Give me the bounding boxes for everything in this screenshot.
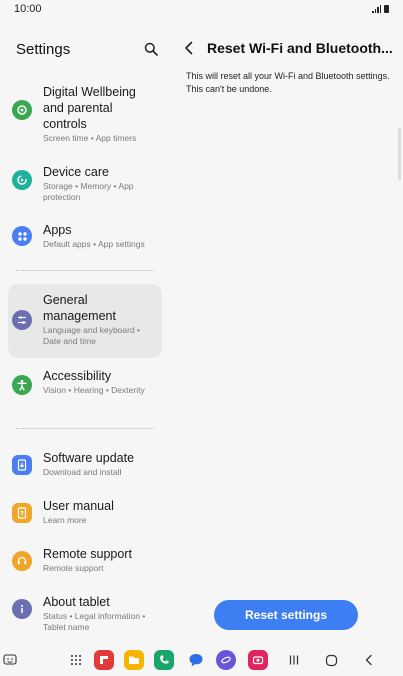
menu-item-subtitle: Storage • Memory • App protection [43, 181, 134, 202]
scrollbar[interactable] [398, 128, 401, 180]
menu-item-apps[interactable]: Apps Default apps • App settings [8, 214, 162, 258]
menu-item-label: Digital Wellbeing and parental controls [43, 85, 136, 131]
remote-support-icon [12, 551, 32, 571]
status-bar: 10:00 [0, 0, 403, 18]
search-icon[interactable] [142, 40, 160, 58]
menu-item-software-update[interactable]: Software update Download and install [8, 442, 162, 486]
svg-text:?: ? [20, 510, 24, 518]
internet-icon[interactable] [216, 650, 236, 670]
menu-item-subtitle: Vision • Hearing • Dexterity [43, 385, 145, 395]
reset-settings-button[interactable]: Reset settings [214, 600, 358, 630]
accessibility-icon [12, 375, 32, 395]
signal-icon [372, 5, 381, 13]
menu-item-remote-support[interactable]: Remote support Remote support [8, 538, 162, 582]
menu-item-subtitle: Remote support [43, 563, 104, 573]
navigation-bar [0, 644, 403, 676]
messages-icon[interactable] [186, 650, 206, 670]
menu-item-subtitle: Learn more [43, 515, 87, 525]
about-tablet-icon [12, 599, 32, 619]
user-manual-icon: ? [12, 503, 32, 523]
menu-item-label: Apps [43, 223, 72, 237]
menu-item-digital-wellbeing[interactable]: Digital Wellbeing and parental controls … [8, 76, 162, 152]
home-icon[interactable] [321, 650, 341, 670]
detail-pane: Reset Wi-Fi and Bluetooth... This will r… [170, 18, 403, 644]
section-divider [16, 428, 154, 429]
device-care-icon [12, 170, 32, 190]
menu-item-label: General management [43, 293, 116, 323]
software-update-icon [12, 455, 32, 475]
back-arrow-icon[interactable] [184, 41, 198, 55]
menu-item-label: Remote support [43, 547, 132, 561]
section-divider [16, 270, 154, 271]
menu-item-about-tablet[interactable]: About tablet Status • Legal information … [8, 586, 162, 641]
menu-item-device-care[interactable]: Device care Storage • Memory • App prote… [8, 156, 162, 211]
flipboard-icon[interactable] [94, 650, 114, 670]
wellbeing-icon [12, 100, 32, 120]
phone-icon[interactable] [154, 650, 174, 670]
reset-description: This will reset all your Wi-Fi and Bluet… [186, 71, 390, 94]
general-management-icon [12, 310, 32, 330]
menu-item-label: Device care [43, 165, 109, 179]
battery-icon [384, 5, 389, 13]
settings-header: Settings [16, 40, 160, 58]
my-files-icon[interactable] [124, 650, 144, 670]
settings-title: Settings [16, 40, 71, 58]
menu-item-accessibility[interactable]: Accessibility Vision • Hearing • Dexteri… [8, 360, 162, 404]
page-title: Reset Wi-Fi and Bluetooth... [207, 40, 393, 56]
menu-item-subtitle: Language and keyboard • Date and time [43, 325, 141, 346]
app-drawer-icon[interactable] [66, 650, 86, 670]
menu-item-subtitle: Download and install [43, 467, 122, 477]
screen-recorder-icon[interactable] [248, 650, 268, 670]
menu-item-subtitle: Status • Legal information • Tablet name [43, 611, 146, 632]
menu-item-general-management[interactable]: General management Language and keyboard… [8, 284, 162, 358]
menu-item-label: About tablet [43, 595, 110, 609]
keyboard-icon[interactable] [0, 650, 20, 670]
status-icons [372, 5, 389, 13]
apps-icon [12, 226, 32, 246]
recent-apps-icon[interactable] [284, 650, 304, 670]
menu-item-label: Accessibility [43, 369, 112, 383]
back-nav-icon[interactable] [359, 650, 379, 670]
menu-item-subtitle: Screen time • App timers [43, 133, 137, 143]
detail-header: Reset Wi-Fi and Bluetooth... [184, 40, 399, 56]
menu-item-user-manual[interactable]: ? User manual Learn more [8, 490, 162, 534]
menu-item-label: Software update [43, 451, 135, 465]
settings-list-pane: Settings Digital Wellbeing and parental … [0, 18, 170, 644]
menu-item-label: User manual [43, 499, 114, 513]
menu-item-subtitle: Default apps • App settings [43, 239, 145, 249]
status-time: 10:00 [14, 3, 42, 15]
